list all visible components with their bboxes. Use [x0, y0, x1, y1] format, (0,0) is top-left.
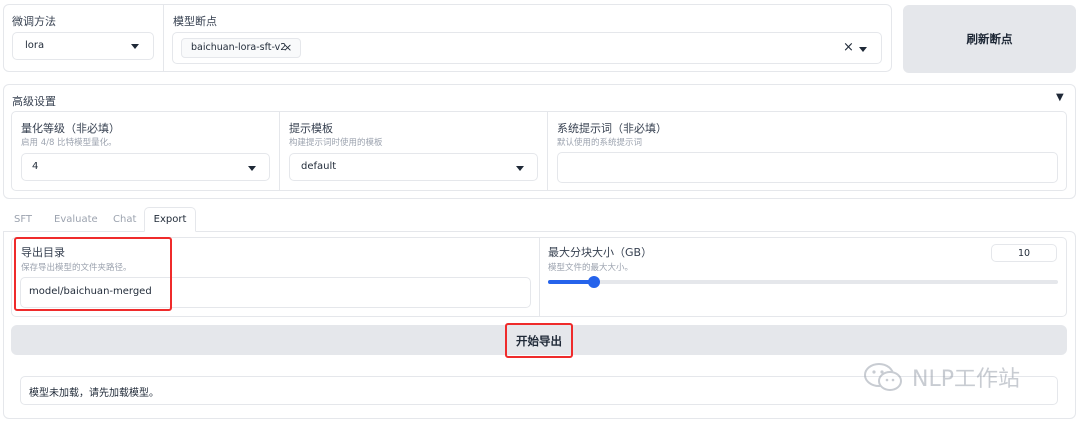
tab-export[interactable]: Export [144, 207, 196, 232]
refresh-checkpoints-label: 刷新断点 [966, 32, 1013, 46]
system-prompt-input[interactable] [557, 152, 1058, 183]
tab-sft[interactable]: SFT [14, 214, 32, 225]
advanced-settings-title: 高级设置 [12, 95, 56, 108]
watermark-text: NLP工作站 [912, 367, 1020, 392]
chevron-down-icon [248, 166, 256, 171]
finetune-method-label: 微调方法 [12, 15, 56, 28]
collapse-toggle-icon[interactable]: ▼ [1056, 92, 1064, 103]
quantization-dropdown[interactable]: 4 [21, 153, 270, 181]
clear-all-icon[interactable]: × [843, 40, 854, 55]
quantization-label: 量化等级（非必填） [21, 122, 120, 135]
checkpoint-chip[interactable]: baichuan-lora-sft-v2 × [181, 38, 301, 58]
watermark: NLP工作站 [862, 361, 1020, 393]
max-shard-value: 10 [1017, 248, 1031, 259]
chevron-down-icon [516, 166, 524, 171]
max-shard-hint: 模型文件的最大大小。 [548, 263, 634, 273]
max-shard-label: 最大分块大小（GB） [548, 246, 653, 259]
refresh-checkpoints-button[interactable]: 刷新断点 [903, 5, 1076, 73]
status-message: 模型未加载，请先加载模型。 [29, 388, 159, 399]
max-shard-number-input[interactable]: 10 [991, 244, 1057, 262]
finetune-method-value: lora [25, 40, 45, 51]
template-value: default [301, 161, 337, 172]
highlight-export-dir [14, 237, 172, 311]
chip-close-icon[interactable]: × [283, 41, 292, 54]
slider-track [548, 280, 1058, 284]
quantization-value: 4 [32, 161, 39, 172]
template-label: 提示模板 [289, 122, 333, 135]
checkpoint-multiselect[interactable]: baichuan-lora-sft-v2 × × [172, 32, 882, 64]
checkpoint-chip-label: baichuan-lora-sft-v2 [191, 42, 287, 53]
slider-thumb[interactable] [588, 276, 601, 288]
advanced-divider-1 [279, 112, 280, 190]
advanced-divider-2 [547, 112, 548, 190]
tab-export-label: Export [153, 214, 187, 225]
checkpoint-label: 模型断点 [173, 15, 217, 28]
quantization-hint: 启用 4/8 比特模型量化。 [21, 138, 117, 148]
highlight-start-export [505, 323, 573, 358]
top-divider [163, 5, 164, 71]
system-prompt-label: 系统提示词（非必填） [557, 122, 667, 135]
system-prompt-hint: 默认使用的系统提示词 [557, 138, 643, 148]
template-hint: 构建提示词时使用的模板 [289, 138, 383, 148]
template-dropdown[interactable]: default [289, 153, 538, 181]
tab-evaluate[interactable]: Evaluate [54, 214, 98, 225]
wechat-icon [864, 363, 902, 391]
chevron-down-icon[interactable] [859, 47, 867, 52]
chevron-down-icon [131, 44, 139, 49]
export-divider [539, 238, 540, 316]
max-shard-slider[interactable] [548, 275, 1058, 289]
finetune-method-dropdown[interactable]: lora [12, 32, 154, 60]
tab-chat[interactable]: Chat [113, 214, 136, 225]
